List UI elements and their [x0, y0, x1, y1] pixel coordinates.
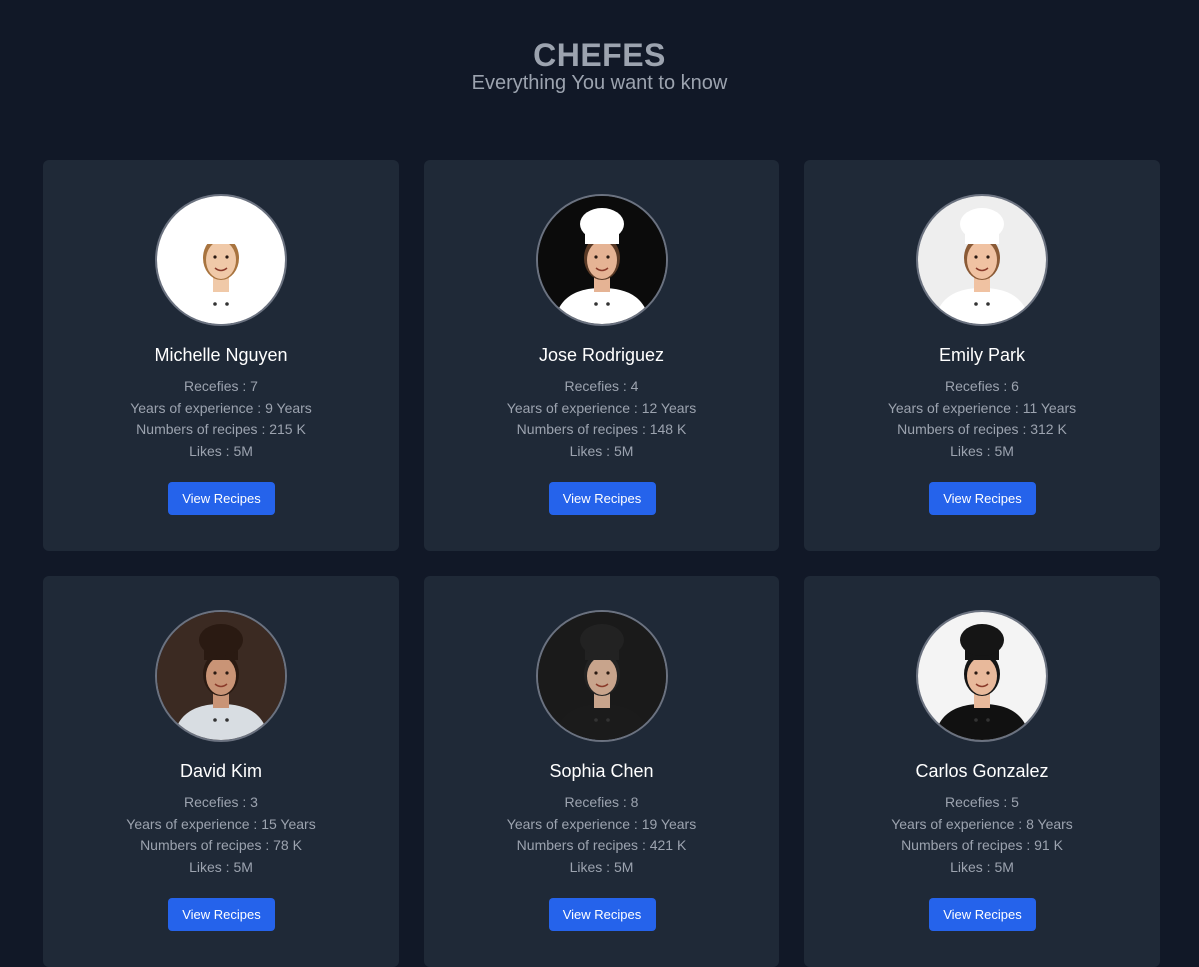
chef-portrait-icon [918, 612, 1046, 740]
chef-card-grid: Michelle Nguyen Recefies : 7 Years of ex… [43, 160, 1160, 967]
chef-experience: Years of experience : 9 Years [130, 399, 312, 416]
chef-experience: Years of experience : 8 Years [891, 815, 1073, 832]
chef-portrait-icon [537, 196, 666, 324]
chef-recipes-count: Numbers of recipes : 215 K [136, 421, 306, 437]
chef-avatar [155, 610, 287, 742]
chef-name: Michelle Nguyen [154, 345, 288, 365]
chef-name: David Kim [179, 761, 263, 781]
page-subtitle: Everything You want to know [471, 72, 728, 94]
chef-avatar [535, 610, 668, 742]
chef-card: Emily Park Recefies : 6 Years of experie… [804, 160, 1160, 551]
chef-portrait-icon [537, 612, 666, 740]
chef-recipes-count: Numbers of recipes : 91 K [901, 837, 1063, 853]
chef-avatar [155, 194, 287, 326]
chef-recefies: Recefies : 6 [945, 378, 1019, 394]
chef-recipes-count: Numbers of recipes : 78 K [140, 837, 302, 853]
chef-recipes-count: Numbers of recipes : 421 K [516, 837, 687, 853]
chef-recefies: Recefies : 4 [564, 378, 639, 394]
chef-name: Carlos Gonzalez [915, 761, 1049, 781]
chef-likes: Likes : 5M [569, 858, 634, 875]
chef-portrait-icon [157, 612, 285, 740]
chef-likes: Likes : 5M [189, 442, 253, 459]
chef-card: Michelle Nguyen Recefies : 7 Years of ex… [43, 160, 399, 551]
chef-card: David Kim Recefies : 3 Years of experien… [43, 576, 399, 967]
chef-card: Jose Rodriguez Recefies : 4 Years of exp… [424, 160, 779, 551]
view-recipes-button[interactable]: View Recipes [929, 482, 1036, 515]
chef-portrait-icon [918, 196, 1046, 324]
chef-likes: Likes : 5M [950, 442, 1014, 459]
chef-recipes-count: Numbers of recipes : 148 K [516, 421, 687, 437]
chef-likes: Likes : 5M [569, 442, 634, 459]
chef-stats: Recefies : 8 Years of experience : 19 Ye… [424, 792, 779, 878]
view-recipes-button[interactable]: View Recipes [168, 898, 275, 931]
chef-recipes-count: Numbers of recipes : 312 K [897, 421, 1067, 437]
page-title: CHEFES [533, 37, 666, 73]
chef-likes: Likes : 5M [189, 858, 253, 875]
view-recipes-button[interactable]: View Recipes [168, 482, 275, 515]
chef-avatar [535, 194, 668, 326]
chef-likes: Likes : 5M [950, 858, 1014, 875]
chef-recefies: Recefies : 7 [184, 378, 258, 394]
chef-stats: Recefies : 4 Years of experience : 12 Ye… [424, 376, 779, 462]
chef-experience: Years of experience : 11 Years [887, 399, 1077, 416]
chef-stats: Recefies : 7 Years of experience : 9 Yea… [43, 376, 399, 462]
chef-recefies: Recefies : 8 [564, 794, 639, 810]
chef-experience: Years of experience : 15 Years [126, 815, 316, 832]
chef-recefies: Recefies : 3 [184, 794, 258, 810]
view-recipes-button[interactable]: View Recipes [548, 482, 656, 515]
chef-stats: Recefies : 5 Years of experience : 8 Yea… [804, 792, 1160, 878]
chef-recefies: Recefies : 5 [945, 794, 1019, 810]
chef-name: Emily Park [938, 345, 1025, 365]
chef-experience: Years of experience : 19 Years [506, 815, 697, 832]
view-recipes-button[interactable]: View Recipes [548, 898, 656, 931]
chef-portrait-icon [157, 196, 285, 324]
chef-stats: Recefies : 3 Years of experience : 15 Ye… [43, 792, 399, 878]
chef-name: Jose Rodriguez [538, 345, 665, 365]
page-header: CHEFES Everything You want to know [0, 36, 1199, 96]
view-recipes-button[interactable]: View Recipes [929, 898, 1036, 931]
chef-stats: Recefies : 6 Years of experience : 11 Ye… [804, 376, 1160, 462]
chef-card: Carlos Gonzalez Recefies : 5 Years of ex… [804, 576, 1160, 967]
chef-card: Sophia Chen Recefies : 8 Years of experi… [424, 576, 779, 967]
chef-experience: Years of experience : 12 Years [506, 399, 697, 416]
chef-name: Sophia Chen [549, 761, 654, 781]
chef-avatar [916, 610, 1048, 742]
chef-avatar [916, 194, 1048, 326]
